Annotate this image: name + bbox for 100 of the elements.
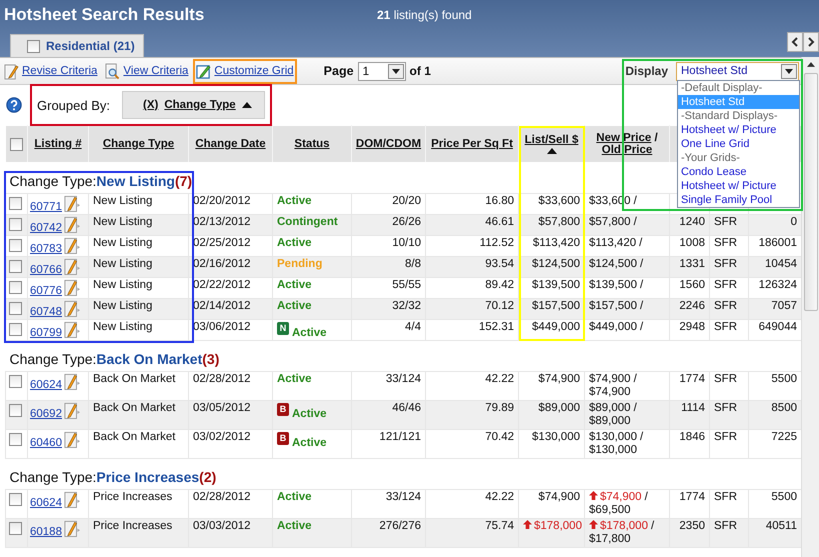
toolbar-link[interactable]: Customize Grid	[214, 65, 294, 77]
checkbox[interactable]	[9, 260, 22, 273]
separator: /	[634, 216, 637, 228]
group-field-link[interactable]: Change Type	[164, 99, 236, 111]
help-icon[interactable]	[6, 97, 22, 113]
scroll-up-icon[interactable]	[806, 62, 814, 67]
table-cell: 2350	[670, 518, 710, 548]
table-cell: 2948	[670, 320, 710, 340]
table-cell: 46/46	[352, 400, 426, 430]
column-sort-link[interactable]: List/Sell $	[524, 134, 578, 146]
table-cell: SFR	[710, 256, 748, 278]
list-price: $124,500	[532, 258, 580, 270]
status-badge: N	[277, 322, 289, 335]
checkbox[interactable]	[9, 218, 22, 231]
chevron-right-icon	[806, 37, 816, 47]
pencil-icon[interactable]	[64, 194, 80, 213]
toolbar-link[interactable]: Revise Criteria	[22, 65, 98, 77]
table-cell: 10454	[748, 256, 802, 278]
old-price: $69,500	[589, 504, 632, 517]
pencil-icon[interactable]	[64, 278, 80, 297]
pencil-icon[interactable]	[64, 299, 80, 318]
table-cell: SFR	[710, 320, 748, 340]
pencil-icon[interactable]	[64, 236, 80, 255]
column-sort-link[interactable]: Change Date	[195, 138, 266, 150]
checkbox[interactable]	[9, 323, 22, 336]
column-sort-link[interactable]: Price Per Sq Ft	[431, 138, 513, 150]
dropdown-heading: -Default Display-	[680, 80, 764, 94]
tab-scroll-right-button[interactable]	[803, 32, 819, 52]
new-price: $113,420	[589, 237, 636, 249]
residential-tab[interactable]: Residential (21)	[10, 34, 144, 57]
arrow-up-icon	[589, 520, 598, 529]
column-sort-link[interactable]: Listing #	[34, 138, 82, 150]
pencil-icon[interactable]	[64, 430, 80, 449]
group-label: Change Type:	[10, 351, 96, 367]
checkbox[interactable]	[9, 302, 22, 315]
new-price: $74,900	[589, 373, 631, 385]
table-cell: 0	[748, 214, 802, 236]
checkbox[interactable]	[9, 375, 22, 388]
column-sort-link[interactable]: DOM/CDOM	[356, 138, 422, 150]
status-text: Active	[277, 195, 312, 207]
checkbox[interactable]	[9, 197, 22, 210]
checkbox[interactable]	[27, 40, 40, 52]
page-total: of 1	[410, 64, 431, 78]
new-price: $89,000	[589, 402, 631, 414]
separator: /	[640, 431, 644, 443]
remove-group-link[interactable]: (X)	[143, 99, 158, 111]
separator: /	[634, 373, 637, 385]
checkbox[interactable]	[9, 281, 22, 294]
column-sort-link[interactable]: New Price	[596, 132, 652, 144]
checkbox[interactable]	[9, 433, 22, 446]
table-cell: 03/02/2012	[188, 430, 272, 458]
dropdown-option[interactable]: Hotsheet w/ Picture	[678, 122, 799, 136]
checkbox[interactable]	[9, 493, 22, 506]
old-price: $74,900	[589, 386, 632, 399]
checkbox[interactable]	[10, 138, 23, 150]
status-text: Active	[292, 408, 327, 420]
pencil-icon[interactable]	[64, 372, 80, 391]
new-price: $157,500	[589, 300, 637, 312]
table-cell: 32/32	[352, 298, 426, 320]
column-sort-link[interactable]: Old Price	[602, 144, 652, 156]
table-cell: 03/06/2012	[188, 320, 272, 340]
pencil-icon[interactable]	[64, 215, 80, 234]
page-title: Hotsheet Search Results	[4, 5, 206, 25]
page-select[interactable]: 1	[358, 62, 406, 80]
checkbox[interactable]	[9, 404, 22, 417]
new-price: $74,900	[589, 491, 642, 503]
list-price: $33,600	[538, 195, 580, 207]
caret-icon	[392, 68, 400, 74]
scrollbar[interactable]	[801, 57, 819, 557]
dropdown-option[interactable]: Condo Lease	[678, 164, 799, 178]
column-sort-link[interactable]: Status	[294, 138, 330, 150]
display-select[interactable]: Hotsheet Std	[676, 62, 799, 80]
pencil-icon[interactable]	[64, 519, 80, 538]
scrollbar-thumb[interactable]	[804, 73, 818, 311]
list-price: $157,500	[532, 300, 580, 312]
pencil-icon[interactable]	[64, 320, 80, 339]
table-cell: 26/26	[352, 214, 426, 236]
toolbar-link[interactable]: View Criteria	[123, 65, 188, 77]
pencil-icon[interactable]	[64, 401, 80, 420]
old-price: $130,000	[589, 444, 638, 457]
tab-scroll-left-button[interactable]	[787, 32, 803, 52]
checkbox[interactable]	[9, 522, 22, 535]
table-cell: New Listing	[88, 214, 188, 236]
status-badge: B	[277, 403, 289, 416]
table-cell: 02/16/2012	[188, 256, 272, 278]
table-cell: New Listing	[88, 298, 188, 320]
table-cell: 1240	[670, 214, 710, 236]
pencil-icon[interactable]	[64, 490, 80, 509]
checkbox[interactable]	[9, 239, 22, 252]
dropdown-heading: -Your Grids-	[680, 150, 741, 164]
dropdown-option[interactable]: Hotsheet w/ Picture	[678, 178, 799, 192]
table-cell: SFR	[710, 400, 748, 430]
separator: /	[639, 237, 642, 249]
column-sort-link[interactable]: Change Type	[102, 138, 174, 150]
dropdown-option[interactable]: One Line Grid	[678, 136, 799, 150]
separator: /	[640, 321, 644, 333]
table-cell: 1331	[670, 256, 710, 278]
status-text: Active	[292, 327, 327, 339]
dropdown-option[interactable]: Single Family Pool	[678, 192, 799, 206]
pencil-icon[interactable]	[64, 257, 80, 276]
